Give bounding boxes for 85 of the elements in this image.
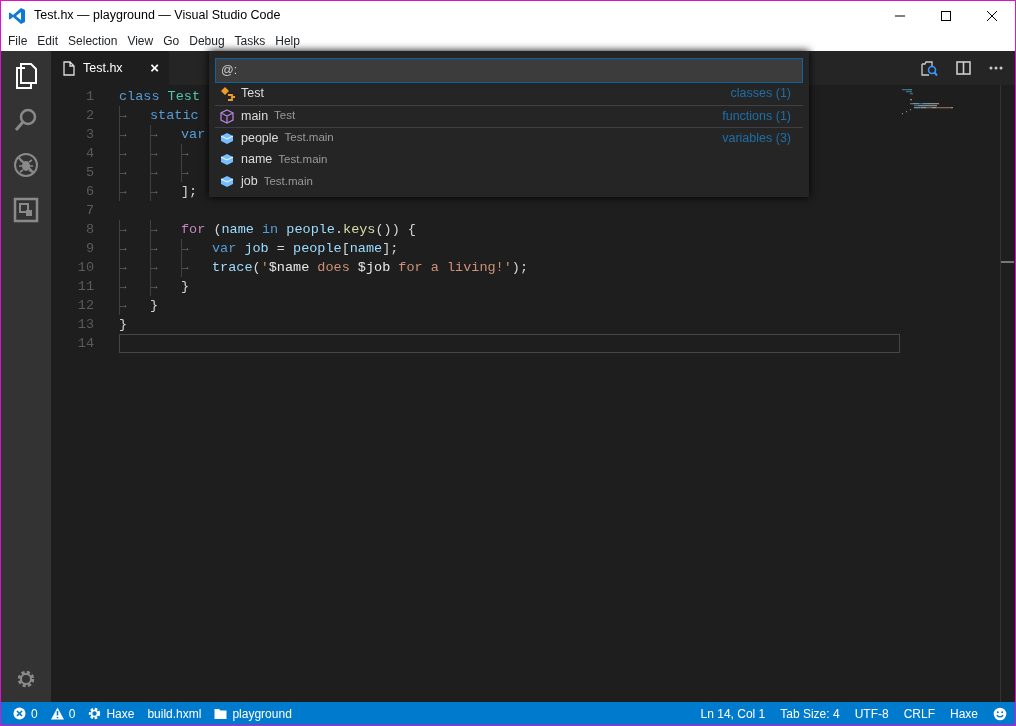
code-text: trace('$name does $job for a living!'); <box>212 260 528 275</box>
menu-item[interactable]: View <box>122 31 159 50</box>
status-item[interactable]: 0 <box>31 704 38 723</box>
line-number: 4 <box>84 145 95 163</box>
vscode-logo-icon <box>8 6 26 25</box>
smiley-icon[interactable] <box>993 706 1007 721</box>
status-item[interactable]: Haxe <box>106 704 135 723</box>
error-icon[interactable] <box>13 706 27 721</box>
line-number: 8 <box>84 221 95 239</box>
line-number: 14 <box>76 335 95 353</box>
item-category: functions (1) <box>722 107 791 125</box>
method-icon <box>220 108 236 124</box>
code-text: var job = people[name]; <box>212 241 399 256</box>
code-text: class Test <box>119 89 200 104</box>
folder-icon[interactable] <box>214 706 229 721</box>
variable-icon <box>220 130 236 146</box>
line-number: 2 <box>84 107 95 125</box>
file-icon <box>63 60 75 76</box>
editor-tab[interactable]: Test.hx × <box>51 51 169 85</box>
item-detail: Test.main <box>284 130 334 146</box>
menu-item[interactable]: File <box>3 31 33 50</box>
quick-open-item[interactable]: main Test functions (1) <box>215 104 803 127</box>
line-number: 11 <box>76 278 95 296</box>
variable-icon <box>220 152 236 167</box>
bug-icon[interactable] <box>12 151 40 179</box>
quick-open-item[interactable]: people Test.main variables (3) <box>215 126 803 149</box>
settings-icon[interactable] <box>15 668 37 690</box>
menu-item[interactable]: Edit <box>32 31 64 50</box>
quick-open-item[interactable]: Test classes (1) <box>215 82 803 105</box>
quick-open-item[interactable]: job Test.main <box>215 170 803 193</box>
gear-icon[interactable] <box>88 706 103 721</box>
status-item[interactable]: playground <box>232 704 292 723</box>
code-text: static <box>150 108 199 123</box>
line-number: 10 <box>76 259 95 277</box>
variable-icon <box>220 174 236 189</box>
status-item[interactable]: Ln 14, Col 1 <box>700 704 766 723</box>
status-item[interactable]: CRLF <box>903 704 935 723</box>
item-label: job <box>241 173 258 191</box>
class-icon <box>220 86 236 101</box>
item-category: variables (3) <box>722 129 791 147</box>
line-number: 7 <box>84 202 95 220</box>
item-detail: Test.main <box>278 151 328 167</box>
item-detail: Test <box>274 108 296 124</box>
line-number: 6 <box>84 183 95 201</box>
quick-open-input[interactable]: @: <box>215 57 803 83</box>
menu-item[interactable]: Debug <box>184 31 230 50</box>
warning-icon[interactable] <box>50 706 65 721</box>
window-title: Test.hx — playground — Visual Studio Code <box>34 7 281 25</box>
close-icon[interactable]: × <box>150 56 159 80</box>
scroll-marker <box>1001 261 1014 263</box>
menu-item[interactable]: Tasks <box>229 31 271 50</box>
item-label: main <box>241 107 269 125</box>
split-editor-icon[interactable] <box>956 61 971 75</box>
line-number: 5 <box>84 164 95 182</box>
preview-search-icon[interactable] <box>920 59 938 77</box>
item-detail: Test.main <box>263 173 313 189</box>
quick-open-item[interactable]: name Test.main <box>215 148 803 171</box>
status-item[interactable]: Haxe <box>950 704 978 723</box>
item-label: Test <box>241 85 264 103</box>
tab-label: Test.hx <box>83 59 123 77</box>
status-item[interactable]: build.hxml <box>147 704 202 723</box>
line-number: 3 <box>84 126 95 144</box>
status-item[interactable]: Tab Size: 4 <box>780 704 840 723</box>
code-text: var <box>181 127 206 142</box>
more-icon[interactable] <box>989 66 1003 70</box>
menu-item[interactable]: Help <box>270 31 305 50</box>
extensions-icon[interactable] <box>12 196 40 224</box>
line-number: 12 <box>76 297 95 315</box>
item-label: people <box>241 129 279 147</box>
maximize-icon[interactable] <box>940 9 952 22</box>
code-text: } <box>150 298 159 313</box>
line-number: 1 <box>84 88 95 106</box>
code-text: ]; <box>181 184 198 199</box>
code-text: } <box>119 317 128 332</box>
close-icon[interactable] <box>986 9 998 22</box>
item-category: classes (1) <box>730 85 791 103</box>
code-text: } <box>181 279 190 294</box>
line-number: 9 <box>84 240 95 258</box>
code-text: for (name in people.keys()) { <box>181 222 416 237</box>
menu-item[interactable]: Go <box>158 31 185 50</box>
status-item[interactable]: UTF-8 <box>854 704 889 723</box>
line-number: 13 <box>76 316 95 334</box>
menu-item[interactable]: Selection <box>63 31 123 50</box>
status-item[interactable]: 0 <box>68 704 76 723</box>
item-label: name <box>241 151 273 169</box>
